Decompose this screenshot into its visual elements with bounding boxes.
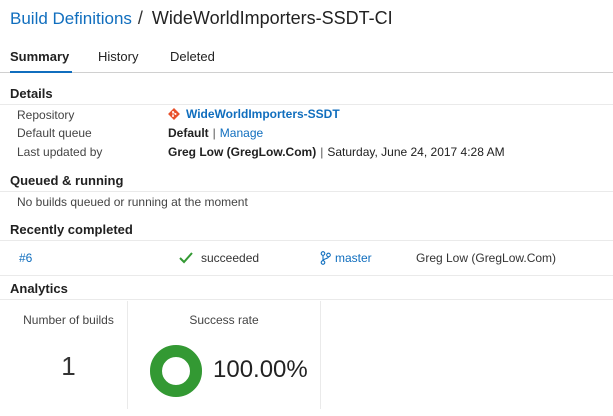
success-rate-tile[interactable]: Success rate 100.00%	[128, 301, 321, 409]
active-tab-indicator	[10, 71, 72, 73]
queued-empty-message: No builds queued or running at the momen…	[17, 195, 248, 209]
breadcrumb-separator: /	[137, 8, 143, 28]
default-queue-label: Default queue	[17, 126, 92, 140]
manage-queue-link[interactable]: Manage	[220, 126, 263, 140]
tab-bar: Summary History Deleted	[0, 44, 613, 73]
build-branch-link[interactable]: master	[320, 251, 372, 265]
build-status: succeeded	[179, 251, 259, 265]
success-rate-value: 100.00%	[213, 356, 308, 383]
tab-deleted[interactable]: Deleted	[170, 49, 215, 64]
queued-section-title: Queued & running	[10, 173, 124, 188]
last-updated-label: Last updated by	[17, 145, 103, 159]
git-icon	[168, 108, 180, 120]
updated-separator: |	[320, 145, 324, 159]
table-row[interactable]: #6 succeeded master Greg Low (GregLow.Co…	[0, 241, 613, 275]
divider	[0, 275, 613, 276]
breadcrumb: Build Definitions / WideWorldImporters-S…	[10, 8, 393, 32]
divider	[0, 191, 613, 192]
tab-history[interactable]: History	[98, 49, 138, 64]
build-number-link[interactable]: #6	[19, 251, 32, 265]
analytics-section-title: Analytics	[10, 281, 68, 296]
success-rate-donut	[150, 345, 202, 397]
build-requested-by: Greg Low (GregLow.Com)	[416, 251, 557, 265]
branch-icon	[320, 251, 331, 265]
check-icon	[179, 252, 193, 264]
default-queue-value: Default | Manage	[168, 126, 263, 140]
repository-label: Repository	[17, 108, 75, 122]
updated-date: Saturday, June 24, 2017 4:28 AM	[327, 145, 505, 159]
repository-value: WideWorldImporters-SSDT	[168, 107, 340, 121]
build-status-text: succeeded	[201, 251, 260, 265]
recent-section-title: Recently completed	[10, 222, 133, 237]
updated-by: Greg Low (GregLow.Com)	[168, 145, 317, 159]
queue-name: Default	[168, 126, 209, 140]
divider	[0, 104, 613, 105]
breadcrumb-build-definitions-link[interactable]: Build Definitions	[10, 9, 132, 29]
repository-link[interactable]: WideWorldImporters-SSDT	[186, 107, 340, 121]
page-title: WideWorldImporters-SSDT-CI	[151, 8, 393, 28]
divider	[0, 299, 613, 300]
success-rate-label: Success rate	[189, 313, 259, 327]
number-of-builds-tile[interactable]: Number of builds 1	[10, 301, 128, 409]
last-updated-value: Greg Low (GregLow.Com) | Saturday, June …	[168, 145, 505, 159]
build-branch-name: master	[335, 251, 372, 265]
number-of-builds-value: 1	[61, 351, 76, 381]
details-section-title: Details	[10, 86, 53, 101]
tab-summary[interactable]: Summary	[10, 49, 69, 64]
queue-separator: |	[212, 126, 216, 140]
number-of-builds-label: Number of builds	[23, 313, 114, 327]
